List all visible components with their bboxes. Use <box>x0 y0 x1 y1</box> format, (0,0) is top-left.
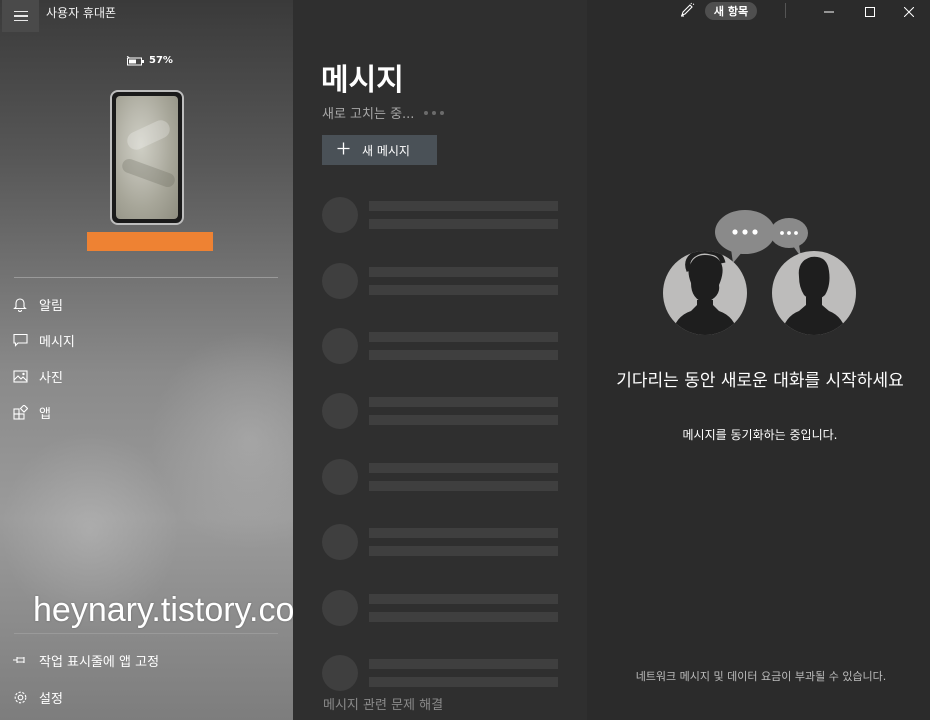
settings-button[interactable]: 설정 <box>12 686 63 708</box>
menu-icon-line <box>13 19 28 22</box>
list-item-placeholder <box>322 393 562 431</box>
pin-to-taskbar-button[interactable]: 작업 표시줄에 앱 고정 <box>12 649 159 671</box>
gear-icon <box>12 689 28 705</box>
troubleshoot-link[interactable]: 메시지 관련 문제 해결 <box>323 694 443 713</box>
pin-icon <box>12 652 28 668</box>
minimize-button[interactable] <box>808 0 850 22</box>
sidebar-item-label: 메시지 <box>39 334 75 350</box>
app-title: 사용자 휴대폰 <box>46 6 117 20</box>
new-message-button[interactable]: 새 메시지 <box>322 135 437 165</box>
phone-wallpaper <box>116 96 178 219</box>
close-icon <box>903 2 915 21</box>
data-charges-note: 네트워크 메시지 및 데이터 요금이 부과될 수 있습니다. <box>635 670 887 683</box>
titlebar-separator <box>785 3 786 18</box>
sidebar-divider <box>14 633 278 634</box>
empty-state-subtitle: 메시지를 동기화하는 중입니다. <box>682 428 838 442</box>
phone-name-redacted <box>87 232 213 251</box>
conversation-pane <box>587 0 930 720</box>
list-item-placeholder <box>322 590 562 628</box>
page-title: 메시지 <box>321 63 404 98</box>
list-item-placeholder <box>322 197 562 235</box>
list-item-placeholder <box>322 263 562 301</box>
conversation-illustration <box>661 205 861 340</box>
empty-state-title: 기다리는 동안 새로운 대화를 시작하세요 <box>616 371 904 391</box>
refresh-status: 새로 고치는 중... <box>322 103 445 122</box>
sidebar-item-label: 작업 표시줄에 앱 고정 <box>39 654 160 670</box>
phone-sidebar: 사용자 휴대폰 57% 알림 메시지 사진 앱 heynary.tistory.… <box>0 0 293 720</box>
sidebar-item-photos[interactable]: 사진 <box>12 365 63 387</box>
sidebar-item-notifications[interactable]: 알림 <box>12 293 63 315</box>
plus-icon <box>337 142 350 158</box>
refresh-status-text: 새로 고치는 중... <box>322 107 415 122</box>
battery-icon <box>126 55 144 66</box>
phone-image <box>110 90 184 225</box>
minimize-icon <box>824 2 834 21</box>
maximize-icon <box>865 2 875 21</box>
maximize-button[interactable] <box>849 0 891 22</box>
new-message-label: 새 메시지 <box>362 143 410 158</box>
chat-icon <box>12 332 28 348</box>
pen-icon[interactable] <box>679 2 695 18</box>
sidebar-item-label: 설정 <box>39 691 63 707</box>
battery-percent: 57% <box>149 55 173 66</box>
message-list-pane: 메시지 새로 고치는 중... 새 메시지 메시지 관련 문제 해결 <box>293 0 587 720</box>
apps-icon <box>12 404 28 420</box>
list-item-placeholder <box>322 524 562 562</box>
new-items-badge[interactable]: 새 항목 <box>705 2 757 20</box>
watermark-text: heynary.tistory.com <box>33 591 293 629</box>
sidebar-item-messages[interactable]: 메시지 <box>12 329 75 351</box>
battery-status: 57% <box>126 55 173 66</box>
hamburger-menu-button[interactable] <box>2 0 39 32</box>
sidebar-divider <box>14 277 278 278</box>
bell-icon <box>12 296 28 312</box>
sidebar-item-label: 알림 <box>39 298 63 314</box>
sidebar-item-apps[interactable]: 앱 <box>12 401 51 423</box>
sidebar-item-label: 앱 <box>39 406 51 422</box>
close-button[interactable] <box>888 0 930 22</box>
list-item-placeholder <box>322 328 562 366</box>
list-item-placeholder <box>322 655 562 693</box>
menu-icon-line <box>13 15 28 17</box>
loading-dots-icon <box>424 110 445 115</box>
photo-icon <box>12 368 28 384</box>
list-item-placeholder <box>322 459 562 497</box>
menu-icon-line <box>13 10 28 13</box>
sidebar-item-label: 사진 <box>39 370 63 386</box>
